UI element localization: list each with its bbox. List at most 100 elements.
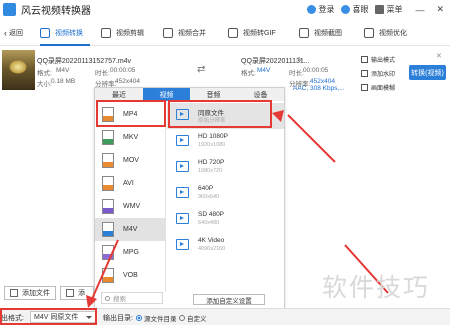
back-arrow-icon: ‹ — [4, 27, 7, 38]
source-format: M4V — [56, 67, 70, 74]
gif-icon — [228, 27, 238, 38]
avi-file-icon — [102, 176, 114, 191]
format-item-mpg[interactable]: MPG — [95, 241, 165, 264]
format-item-mov[interactable]: MOV — [95, 149, 165, 172]
video-thumbnail[interactable] — [2, 50, 35, 90]
add-file-button[interactable]: 添加文件 — [4, 286, 56, 300]
output-mode-icon — [361, 56, 368, 63]
tab-label: 视频优化 — [379, 29, 407, 37]
search-icon — [105, 295, 110, 301]
resolution-item-640p[interactable]: 640P 960x640 — [167, 181, 284, 207]
output-format-label: 格式: — [241, 70, 256, 77]
app-title: 风云视频转换器 — [21, 6, 91, 17]
login-button[interactable]: 登录 — [307, 4, 334, 15]
resolution-name: 640P — [198, 185, 214, 192]
format-item-m4v[interactable]: M4V — [95, 218, 165, 241]
tab-label: 视频转GIF — [243, 29, 276, 37]
rename-icon[interactable]: ✎ — [297, 56, 303, 64]
user-icon — [307, 5, 317, 14]
optimize-icon — [364, 27, 374, 38]
output-format-value: M4V — [257, 67, 271, 74]
resolution-name: HD 1080P — [198, 133, 228, 140]
main-toolbar: ‹ 返回 视频转换 视频剪辑 视频合并 视频转GIF 视频截图 视频优化 — [0, 19, 450, 46]
tab-label: 视频截图 — [314, 29, 342, 37]
resolution-size: 4096x2160 — [198, 246, 226, 252]
radio-source-label: 源文件目录 — [144, 316, 177, 323]
resolution-name: HD 720P — [198, 159, 225, 166]
radio-custom-dir[interactable]: 自定义 — [179, 313, 207, 323]
title-bar: 风云视频转换器 登录 喜眼 菜单 — ✕ — [0, 0, 450, 19]
tab-label: 视频合并 — [178, 29, 206, 37]
favorites-button[interactable]: 喜眼 — [341, 4, 368, 15]
tab-video-merge[interactable]: 视频合并 — [163, 19, 206, 46]
format-list: MP4 MKV MOV AVI WMV M4V MPG VOB — [95, 101, 166, 292]
video-preset-icon — [176, 213, 189, 224]
remove-file-icon[interactable]: ✕ — [436, 52, 442, 60]
mkv-file-icon — [102, 130, 114, 145]
format-search-input[interactable]: 搜索 — [101, 292, 163, 304]
resolution-item-720p[interactable]: HD 720P 1080x720 — [167, 155, 284, 181]
output-dir-label: 输出目录: — [103, 315, 133, 322]
search-placeholder: 搜索 — [113, 296, 126, 303]
format-label: M4V — [123, 226, 138, 233]
output-format: M4V — [257, 67, 270, 74]
source-duration-label: 时长: — [95, 70, 110, 77]
source-resolution: 452x404 — [115, 78, 140, 85]
tab-video-screenshot[interactable]: 视频截图 — [299, 19, 342, 46]
menu-button[interactable]: 菜单 — [375, 4, 402, 15]
format-item-wmv[interactable]: WMV — [95, 195, 165, 218]
convert-icon — [40, 27, 50, 38]
radio-unchecked-icon — [179, 315, 185, 321]
format-item-mkv[interactable]: MKV — [95, 126, 165, 149]
radio-source-dir[interactable]: 源文件目录 — [136, 313, 177, 323]
output-duration-label: 时长: — [289, 70, 304, 77]
format-label: MPG — [123, 249, 139, 256]
resolution-item-4k[interactable]: 4K Video 4096x2160 — [167, 233, 284, 259]
wmv-file-icon — [102, 199, 114, 214]
minimize-button[interactable]: — — [415, 5, 424, 15]
blur-label: 画面模糊 — [371, 86, 396, 92]
add-custom-settings-button[interactable]: 添加自定义设置 — [193, 294, 265, 305]
add-folder-button[interactable]: 添 — [60, 286, 94, 300]
tab-video-edit[interactable]: 视频剪辑 — [101, 19, 144, 46]
annotation-box-mp4 — [96, 100, 166, 127]
tab-label: 视频剪辑 — [116, 29, 144, 37]
vob-file-icon — [102, 268, 114, 283]
format-item-avi[interactable]: AVI — [95, 172, 165, 195]
screenshot-icon — [299, 27, 309, 38]
resolution-item-1080p[interactable]: HD 1080P 1920x1080 — [167, 129, 284, 155]
video-preset-icon — [176, 161, 189, 172]
back-button[interactable]: ‹ 返回 — [4, 19, 23, 46]
tab-video-optimize[interactable]: 视频优化 — [364, 19, 407, 46]
login-label: 登录 — [318, 5, 335, 14]
close-button[interactable]: ✕ — [436, 4, 444, 15]
edit-icon — [101, 27, 111, 38]
output-audio-codec: AAC, 308 Kbps,... — [293, 85, 345, 92]
output-audio-codec-value: AAC, 308 Kbps,... — [293, 85, 345, 92]
format-item-vob[interactable]: VOB — [95, 264, 165, 287]
resolution-name: SD 480P — [198, 211, 225, 218]
source-size-label: 大小: — [37, 81, 52, 88]
source-format-label: 格式: — [37, 70, 52, 77]
output-duration: 00:00:05 — [303, 67, 329, 74]
resolution-item-480p[interactable]: SD 480P 640x480 — [167, 207, 284, 233]
output-mode-label: 输出模式 — [371, 58, 396, 64]
convert-arrow-icon: ⇄ — [197, 64, 206, 75]
format-label: MOV — [123, 157, 139, 164]
video-preset-icon — [176, 187, 189, 198]
format-label: VOB — [123, 272, 138, 279]
app-logo-icon — [3, 3, 16, 16]
blur-button[interactable]: 画面模糊 — [361, 83, 395, 92]
tab-video-gif[interactable]: 视频转GIF — [228, 19, 276, 46]
video-preset-icon — [176, 239, 189, 250]
convert-button[interactable]: 转换(视频) — [409, 65, 446, 80]
menu-label: 菜单 — [386, 5, 403, 14]
add-watermark-button[interactable]: 添加水印 — [361, 69, 395, 78]
resolution-size: 640x480 — [198, 220, 220, 226]
format-label: WMV — [123, 203, 141, 210]
format-label: MKV — [123, 134, 139, 141]
tab-video-convert[interactable]: 视频转换 — [40, 19, 90, 46]
source-file-name: QQ录屏20220113152757.m4v — [37, 58, 132, 65]
blur-icon — [361, 84, 368, 91]
output-mode-button[interactable]: 输出模式 — [361, 55, 395, 64]
